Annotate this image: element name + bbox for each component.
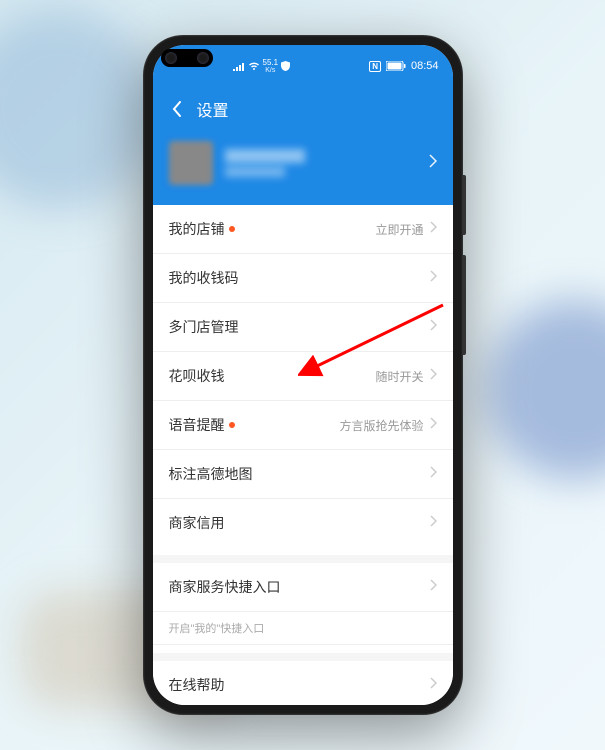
list-item-amap[interactable]: 标注高德地图	[153, 450, 453, 499]
item-label: 我的收钱码	[169, 268, 239, 288]
list-item-multi-store[interactable]: 多门店管理	[153, 303, 453, 352]
list-item-collect-code[interactable]: 我的收钱码	[153, 254, 453, 303]
item-label: 我的店铺	[169, 219, 225, 239]
section-hint: 开启"我的"快捷入口	[153, 612, 453, 645]
list-section-3: 在线帮助 我要吐个槽	[153, 661, 453, 705]
list-item-huabei[interactable]: 花呗收钱 随时开关	[153, 352, 453, 401]
chevron-right-icon	[430, 465, 437, 483]
page-title: 设置	[197, 97, 229, 121]
chevron-right-icon	[430, 676, 437, 694]
item-value: 随时开关	[375, 368, 423, 385]
list-section-2: 商家服务快捷入口 开启"我的"快捷入口	[153, 563, 453, 645]
avatar	[169, 141, 213, 185]
chevron-right-icon	[430, 367, 437, 385]
screen: 55.1 K/s N 08:54 设置	[153, 45, 453, 705]
back-button[interactable]	[165, 97, 189, 121]
chevron-right-icon	[430, 269, 437, 287]
header: 设置	[153, 87, 453, 131]
profile-info	[225, 149, 417, 177]
chevron-left-icon	[172, 101, 182, 117]
wifi-icon	[248, 61, 260, 71]
list-section-1: 我的店铺 立即开通 我的收钱码 多门店管理 花呗收钱 随时开关	[153, 205, 453, 547]
shield-icon	[281, 61, 290, 71]
notification-dot	[229, 422, 235, 428]
list-item-online-help[interactable]: 在线帮助	[153, 661, 453, 705]
profile-row[interactable]	[153, 131, 453, 205]
list-item-quick-entry[interactable]: 商家服务快捷入口	[153, 563, 453, 612]
chevron-right-icon	[429, 154, 437, 173]
item-label: 在线帮助	[169, 675, 225, 695]
item-label: 花呗收钱	[169, 366, 225, 386]
chevron-right-icon	[430, 416, 437, 434]
battery-icon	[386, 61, 406, 71]
item-label: 商家信用	[169, 513, 225, 533]
chevron-right-icon	[430, 318, 437, 336]
item-label: 商家服务快捷入口	[169, 577, 281, 597]
nfc-icon: N	[369, 61, 381, 72]
chevron-right-icon	[430, 578, 437, 596]
status-time: 08:54	[411, 60, 439, 72]
signal-icon	[233, 61, 245, 71]
chevron-right-icon	[430, 220, 437, 238]
phone-device: 55.1 K/s N 08:54 设置	[143, 35, 463, 715]
list-item-my-shop[interactable]: 我的店铺 立即开通	[153, 205, 453, 254]
item-label: 多门店管理	[169, 317, 239, 337]
item-label: 标注高德地图	[169, 464, 253, 484]
camera-cutout	[161, 49, 213, 67]
notification-dot	[229, 226, 235, 232]
item-label: 语音提醒	[169, 415, 225, 435]
chevron-right-icon	[430, 514, 437, 532]
item-value: 方言版抢先体验	[339, 417, 423, 434]
network-speed: 55.1 K/s	[263, 59, 279, 74]
list-item-voice-reminder[interactable]: 语音提醒 方言版抢先体验	[153, 401, 453, 450]
item-value: 立即开通	[375, 221, 423, 238]
list-item-merchant-credit[interactable]: 商家信用	[153, 499, 453, 547]
